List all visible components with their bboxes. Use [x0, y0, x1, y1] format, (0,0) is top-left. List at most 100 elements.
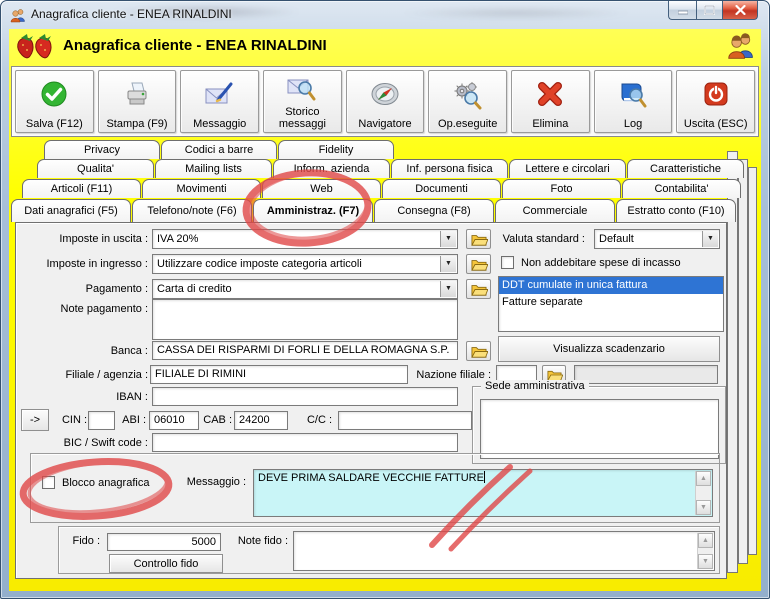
cab-field[interactable]: 24200	[234, 411, 288, 430]
list-item-selected[interactable]: DDT cumulate in unica fattura	[499, 277, 723, 294]
messaggio-label: Messaggio :	[186, 476, 246, 488]
valuta-label: Valuta standard :	[502, 233, 585, 245]
message-button[interactable]: Messaggio	[180, 70, 260, 133]
cc-label: C/C :	[306, 414, 332, 426]
tab-web[interactable]: Web	[262, 179, 381, 198]
message-history-button[interactable]: Storico messaggi	[263, 70, 342, 133]
save-button[interactable]: Salva (F12)	[15, 70, 94, 133]
save-icon	[39, 71, 69, 118]
app-header: Anagrafica cliente - ENEA RINALDINI	[9, 29, 761, 64]
visualizza-scadenzario-button[interactable]: Visualizza scadenzario	[498, 336, 720, 362]
iban-field[interactable]	[152, 387, 458, 406]
log-button[interactable]: Log	[593, 70, 673, 133]
delete-button[interactable]: Elimina	[511, 70, 590, 133]
chevron-down-icon[interactable]: ▼	[702, 231, 718, 247]
tab-inf-persona-fisica[interactable]: Inf. persona fisica	[391, 159, 508, 178]
spese-incasso-checkbox[interactable]	[501, 256, 514, 269]
page-title: Anagrafica cliente - ENEA RINALDINI	[63, 37, 327, 54]
red-x-icon	[535, 71, 565, 118]
tab-commerciale[interactable]: Commerciale	[495, 199, 615, 222]
note-fido-textarea[interactable]: ▲ ▼	[293, 531, 715, 571]
tab-foto[interactable]: Foto	[502, 179, 621, 198]
tab-documenti[interactable]: Documenti	[382, 179, 501, 198]
minimize-button[interactable]	[668, 1, 696, 20]
envelope-pen-icon	[204, 71, 236, 118]
imposte-ingresso-lookup-button[interactable]	[466, 254, 491, 274]
iban-label: IBAN :	[116, 391, 148, 403]
toolbar-button-label: Salva (F12)	[25, 118, 83, 130]
imposte-uscita-dropdown[interactable]: IVA 20% ▼	[152, 229, 458, 249]
chevron-down-icon[interactable]: ▼	[440, 281, 456, 297]
toolbar-button-label: Uscita (ESC)	[683, 118, 748, 130]
tab-codici-a-barre[interactable]: Codici a barre	[161, 140, 277, 159]
tab-inform-azienda[interactable]: Inform. azienda	[273, 159, 390, 178]
customers-icon[interactable]	[727, 32, 755, 60]
app-icon	[10, 9, 25, 23]
banca-field[interactable]: CASSA DEI RISPARMI DI FORLI E DELLA ROMA…	[152, 341, 458, 360]
pagamento-lookup-button[interactable]	[466, 279, 491, 299]
pagamento-dropdown[interactable]: Carta di credito ▼	[152, 279, 458, 299]
note-pagamento-label: Note pagamento :	[60, 303, 148, 315]
app-window: Anagrafica cliente - ENEA RINALDINI Anag…	[0, 0, 770, 599]
tab-contabilita[interactable]: Contabilita'	[622, 179, 741, 198]
tab-mailing-lists[interactable]: Mailing lists	[155, 159, 272, 178]
controllo-fido-button[interactable]: Controllo fido	[109, 554, 223, 573]
toolbar-button-label: Log	[623, 118, 643, 130]
stacked-sheet-edge	[748, 167, 757, 555]
chevron-down-icon[interactable]: ▼	[440, 256, 456, 272]
copy-bank-arrow-button[interactable]: ->	[21, 409, 49, 431]
scroll-up-icon[interactable]: ▲	[696, 471, 711, 486]
banca-lookup-button[interactable]	[466, 341, 491, 361]
sede-amministrativa-textarea[interactable]	[480, 399, 719, 459]
blocco-messaggio-group: Blocco anagrafica Messaggio : DEVE PRIMA…	[30, 453, 720, 523]
imposte-ingresso-value: Utilizzare codice imposte categoria arti…	[157, 258, 362, 270]
power-icon	[701, 71, 731, 118]
tab-row-4: Dati anagrafici (F5) Telefono/note (F6) …	[11, 199, 736, 222]
caption-buttons	[668, 1, 758, 20]
tab-estratto-conto[interactable]: Estratto conto (F10)	[616, 199, 736, 222]
tab-telefono-note[interactable]: Telefono/note (F6)	[132, 199, 252, 222]
filiale-label: Filiale / agenzia :	[65, 369, 148, 381]
imposte-ingresso-dropdown[interactable]: Utilizzare codice imposte categoria arti…	[152, 254, 458, 274]
glass-smudge	[401, 7, 631, 19]
abi-label: ABI :	[122, 414, 146, 426]
list-item[interactable]: Fatture separate	[499, 294, 723, 311]
exit-button[interactable]: Uscita (ESC)	[676, 70, 756, 133]
tab-caratteristiche[interactable]: Caratteristiche	[627, 159, 744, 178]
operations-button[interactable]: Op.eseguite	[428, 70, 508, 133]
cc-field[interactable]	[338, 411, 472, 430]
abi-field[interactable]: 06010	[149, 411, 199, 430]
note-pagamento-textarea[interactable]	[152, 299, 458, 340]
pagamento-label: Pagamento :	[85, 283, 148, 295]
close-button[interactable]	[723, 1, 758, 20]
gears-magnifier-icon	[452, 71, 484, 118]
tab-qualita[interactable]: Qualita'	[37, 159, 154, 178]
toolbar: Salva (F12) Stampa (F9) Messaggio Storic…	[11, 66, 759, 137]
messaggio-textarea[interactable]: DEVE PRIMA SALDARE VECCHIE FATTURE ▲ ▼	[253, 469, 713, 517]
scroll-down-icon[interactable]: ▼	[698, 554, 713, 569]
messaggio-scrollbar[interactable]: ▲ ▼	[695, 471, 711, 515]
valuta-dropdown[interactable]: Default ▼	[594, 229, 720, 249]
scroll-down-icon[interactable]: ▼	[696, 500, 711, 515]
folder-icon	[470, 284, 488, 296]
print-button[interactable]: Stampa (F9)	[97, 70, 177, 133]
note-fido-scrollbar[interactable]: ▲ ▼	[697, 533, 713, 569]
bic-field[interactable]	[152, 433, 458, 452]
tab-amministraz-active[interactable]: Amministraz. (F7)	[253, 199, 373, 222]
tab-fidelity[interactable]: Fidelity	[278, 140, 394, 159]
tab-articoli[interactable]: Articoli (F11)	[22, 179, 141, 198]
titlebar[interactable]: Anagrafica cliente - ENEA RINALDINI	[1, 1, 769, 29]
nazione-descrizione-field	[574, 365, 718, 384]
maximize-button[interactable]	[696, 1, 723, 20]
tab-dati-anagrafici[interactable]: Dati anagrafici (F5)	[11, 199, 131, 222]
blocco-anagrafica-checkbox[interactable]	[42, 476, 55, 489]
imposte-ingresso-label: Imposte in ingresso :	[46, 258, 149, 270]
fido-field[interactable]: 5000	[107, 533, 221, 551]
envelope-magnifier-icon	[286, 71, 318, 106]
scroll-up-icon[interactable]: ▲	[698, 533, 713, 548]
tab-lettere-circolari[interactable]: Lettere e circolari	[509, 159, 626, 178]
tab-movimenti[interactable]: Movimenti	[142, 179, 261, 198]
navigator-button[interactable]: Navigatore	[345, 70, 425, 133]
tab-consegna[interactable]: Consegna (F8)	[374, 199, 494, 222]
tab-privacy[interactable]: Privacy	[44, 140, 160, 159]
